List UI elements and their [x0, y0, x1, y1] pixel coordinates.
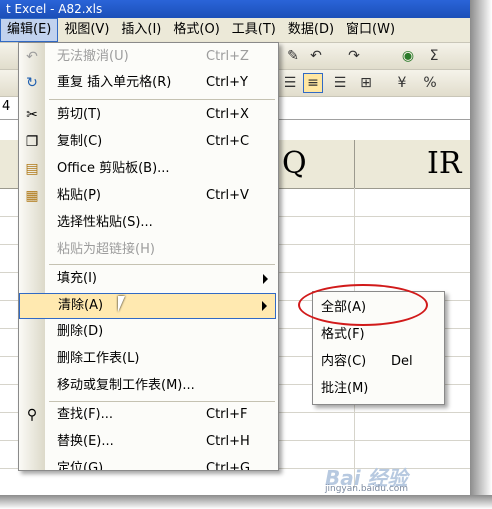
menu-item-shortcut: Ctrl+G — [206, 461, 251, 471]
submenu-item-contents-shortcut: Del — [391, 354, 413, 369]
menu-tools[interactable]: 工具(T) — [226, 19, 282, 41]
menu-item-label: 填充(I) — [57, 271, 97, 286]
menu-item-shortcut: Ctrl+C — [206, 134, 250, 149]
menu-item-label: 选择性粘贴(S)... — [57, 215, 153, 230]
submenu-item-contents[interactable]: 内容(C) — [321, 350, 366, 374]
column-header-ir-text: IR — [427, 146, 462, 181]
menu-item-clear[interactable]: 清除(A) — [19, 293, 276, 319]
menu-item-label: 粘贴(P) — [57, 188, 101, 203]
find-icon: ⚲ — [26, 407, 38, 423]
menu-item-copy[interactable]: ❐ 复制(C) Ctrl+C — [19, 130, 276, 154]
menu-item-paste-as-hyperlink[interactable]: 粘贴为超链接(H) — [19, 238, 276, 262]
align-left-icon[interactable]: ☰ — [280, 73, 300, 93]
menu-item-find[interactable]: ⚲ 查找(F)... Ctrl+F — [19, 403, 276, 427]
copy-icon: ❐ — [25, 134, 39, 150]
screenshot-shadow-right — [470, 0, 492, 509]
window-title: t Excel - A82.xls — [6, 2, 103, 16]
menu-view[interactable]: 视图(V) — [58, 19, 115, 41]
menu-item-label: 替换(E)... — [57, 434, 114, 449]
menu-item-replace[interactable]: 替换(E)... Ctrl+H — [19, 430, 276, 454]
red-highlight-ellipse — [298, 284, 428, 326]
menu-item-delete[interactable]: 删除(D) — [19, 320, 276, 344]
mouse-pointer-icon — [118, 296, 132, 312]
format-painter-icon[interactable]: ✎ — [283, 46, 303, 66]
menu-edit[interactable]: 编辑(E) — [0, 18, 59, 42]
menu-separator — [49, 264, 275, 265]
redo-icon: ↻ — [26, 75, 38, 91]
menu-item-shortcut: Ctrl+X — [206, 107, 249, 122]
menu-item-shortcut: Ctrl+V — [206, 188, 249, 203]
submenu-item-formats[interactable]: 格式(F) — [321, 323, 365, 347]
edit-menu: ↶ 无法撤消(U) Ctrl+Z ↻ 重复 插入单元格(R) Ctrl+Y ✂ … — [18, 42, 279, 471]
menu-item-label: 删除工作表(L) — [57, 351, 140, 366]
column-header-q-text: Q — [282, 146, 307, 181]
menu-window[interactable]: 窗口(W) — [340, 19, 401, 41]
menu-item-label: 移动或复制工作表(M)... — [57, 378, 195, 393]
cut-icon: ✂ — [26, 107, 38, 123]
menu-item-label: Office 剪贴板(B)... — [57, 161, 170, 176]
menu-item-paste[interactable]: ▦ 粘贴(P) Ctrl+V — [19, 184, 276, 208]
column-header-ir[interactable]: IR — [355, 140, 470, 188]
undo-icon: ↶ — [26, 49, 38, 65]
menu-item-label: 重复 插入单元格(R) — [57, 75, 172, 90]
autosum-icon[interactable]: Σ — [424, 46, 444, 66]
name-box-fragment: 4 — [2, 99, 11, 114]
menu-item-move-copy-sheet[interactable]: 移动或复制工作表(M)... — [19, 374, 276, 398]
submenu-arrow-icon — [262, 301, 267, 311]
menu-format[interactable]: 格式(O) — [167, 19, 225, 41]
screenshot-shadow-bottom — [0, 495, 492, 509]
menu-item-label: 定位(G)... — [57, 461, 116, 471]
menu-item-label: 粘贴为超链接(H) — [57, 242, 155, 257]
menu-bar: 编辑(E) 视图(V) 插入(I) 格式(O) 工具(T) 数据(D) 窗口(W… — [0, 18, 470, 43]
menu-item-shortcut: Ctrl+Y — [206, 75, 248, 90]
menu-separator — [49, 99, 275, 100]
paste-icon: ▦ — [25, 188, 39, 204]
percent-icon[interactable]: % — [420, 73, 440, 93]
clipboard-icon: ▤ — [25, 161, 39, 177]
menu-separator — [49, 401, 275, 402]
hyperlink-icon[interactable]: ◉ — [398, 46, 418, 66]
window-title-bar: t Excel - A82.xls — [0, 0, 484, 18]
menu-item-paste-special[interactable]: 选择性粘贴(S)... — [19, 211, 276, 235]
menu-item-shortcut: Ctrl+H — [206, 434, 250, 449]
submenu-item-comments[interactable]: 批注(M) — [321, 377, 368, 401]
menu-insert[interactable]: 插入(I) — [115, 19, 167, 41]
watermark-url: jingyan.baidu.com — [325, 484, 409, 494]
menu-item-shortcut: Ctrl+Z — [206, 49, 249, 64]
currency-icon[interactable]: ¥ — [392, 73, 412, 93]
menu-item-cut[interactable]: ✂ 剪切(T) Ctrl+X — [19, 103, 276, 127]
menu-item-label: 删除(D) — [57, 324, 104, 339]
redo-icon[interactable]: ↷ — [344, 46, 364, 66]
menu-item-label: 清除(A) — [58, 298, 104, 313]
menu-item-undo[interactable]: ↶ 无法撤消(U) Ctrl+Z — [19, 45, 276, 69]
align-center-icon[interactable]: ≡ — [303, 73, 323, 93]
align-right-icon[interactable]: ☰ — [330, 73, 350, 93]
menu-data[interactable]: 数据(D) — [282, 19, 340, 41]
menu-item-redo[interactable]: ↻ 重复 插入单元格(R) Ctrl+Y — [19, 71, 276, 95]
submenu-arrow-icon — [263, 274, 268, 284]
menu-item-shortcut: Ctrl+F — [206, 407, 248, 422]
undo-icon[interactable]: ↶ — [306, 46, 326, 66]
menu-item-label: 无法撤消(U) — [57, 49, 129, 64]
menu-item-label: 查找(F)... — [57, 407, 114, 422]
menu-item-delete-sheet[interactable]: 删除工作表(L) — [19, 347, 276, 371]
menu-item-label: 复制(C) — [57, 134, 103, 149]
menu-item-label: 剪切(T) — [57, 107, 102, 122]
menu-item-fill[interactable]: 填充(I) — [19, 267, 276, 291]
menu-item-goto[interactable]: 定位(G)... Ctrl+G — [19, 457, 276, 471]
menu-item-office-clipboard[interactable]: ▤ Office 剪贴板(B)... — [19, 157, 276, 181]
merge-center-icon[interactable]: ⊞ — [356, 73, 376, 93]
